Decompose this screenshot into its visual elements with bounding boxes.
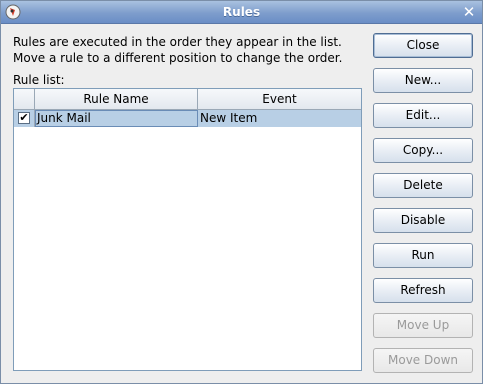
column-header-rule-name[interactable]: Rule Name [35, 89, 198, 109]
disable-button[interactable]: Disable [373, 208, 473, 233]
title-bar[interactable]: Rules ✕ [1, 1, 482, 24]
delete-button[interactable]: Delete [373, 173, 473, 198]
move-up-button-label: Move Up [396, 318, 450, 332]
disable-button-label: Disable [400, 213, 446, 227]
rule-event-cell[interactable]: New Item [198, 110, 361, 127]
description-line-1: Rules are executed in the order they app… [13, 35, 342, 49]
edit-button-label: Edit... [405, 108, 441, 122]
new-button[interactable]: New... [373, 68, 473, 93]
new-button-label: New... [404, 73, 442, 87]
table-row[interactable]: ✔ Junk Mail New Item [14, 110, 361, 127]
run-button-label: Run [411, 248, 435, 262]
column-header-enabled[interactable] [14, 89, 35, 109]
edit-button[interactable]: Edit... [373, 103, 473, 128]
refresh-button[interactable]: Refresh [373, 278, 473, 303]
move-down-button-label: Move Down [388, 353, 458, 367]
run-button[interactable]: Run [373, 243, 473, 268]
column-header-event[interactable]: Event [198, 89, 361, 109]
close-icon[interactable]: ✕ [461, 4, 477, 20]
description: Rules are executed in the order they app… [13, 34, 342, 66]
close-button-label: Close [406, 38, 440, 52]
refresh-button-label: Refresh [400, 283, 446, 297]
rules-dialog: Rules ✕ Rules are executed in the order … [0, 0, 483, 384]
table-header: Rule Name Event [14, 89, 361, 110]
move-down-button[interactable]: Move Down [373, 348, 473, 373]
window-title: Rules [222, 5, 261, 19]
move-up-button[interactable]: Move Up [373, 313, 473, 338]
rules-table[interactable]: Rule Name Event ✔ Junk Mail New Item [13, 88, 362, 371]
rule-list-label: Rule list: [13, 73, 65, 87]
rule-name-cell[interactable]: Junk Mail [35, 110, 198, 127]
description-line-2: Move a rule to a different position to c… [13, 51, 343, 65]
copy-button[interactable]: Copy... [373, 138, 473, 163]
rule-enabled-checkbox[interactable]: ✔ [18, 112, 30, 124]
enabled-cell: ✔ [14, 110, 35, 127]
close-button[interactable]: Close [373, 33, 473, 58]
delete-button-label: Delete [403, 178, 443, 192]
copy-button-label: Copy... [402, 143, 444, 157]
